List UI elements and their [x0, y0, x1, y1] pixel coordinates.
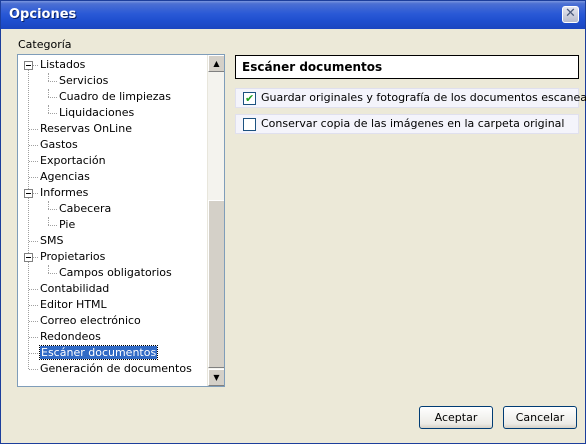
close-button[interactable]: ✕ [562, 6, 579, 23]
tree-item[interactable]: Escáner documentos [38, 345, 159, 360]
tree-item[interactable]: Cabecera [59, 201, 111, 216]
tree-item-label: Generación de documentos [40, 362, 192, 375]
collapse-icon[interactable] [24, 61, 33, 70]
tree-connector [29, 161, 38, 162]
window-title: Opciones [9, 7, 77, 22]
tree-item[interactable]: Gastos [40, 137, 78, 152]
tree-item[interactable]: SMS [40, 233, 63, 248]
tree-item-label: Informes [40, 186, 89, 199]
tree-item[interactable]: Editor HTML [40, 297, 107, 312]
keep-copy-checkbox[interactable] [243, 118, 256, 131]
tree-connector [29, 321, 38, 322]
tree-item-label: Cuadro de limpiezas [59, 90, 172, 103]
tree-item-label: Correo electrónico [40, 314, 141, 327]
tree-connector [48, 273, 57, 274]
scroll-down-button[interactable]: ▼ [208, 369, 224, 386]
close-icon: ✕ [565, 6, 576, 21]
tree-item[interactable]: Propietarios [40, 249, 105, 264]
scroll-thumb[interactable] [208, 200, 224, 368]
tree-item-label: SMS [40, 234, 64, 247]
option-save-originals[interactable]: ✔ Guardar originales y fotografía de los… [235, 88, 586, 108]
save-originals-label: Guardar originales y fotografía de los d… [261, 91, 586, 104]
tree-connector [29, 369, 38, 370]
tree-item[interactable]: Liquidaciones [59, 105, 134, 120]
scroll-up-button[interactable]: ▲ [208, 55, 224, 72]
arrow-down-icon: ▼ [213, 373, 220, 382]
cancel-button-label: Cancelar [515, 411, 565, 424]
tree-item[interactable]: Contabilidad [40, 281, 109, 296]
tree-item[interactable]: Campos obligatorios [59, 265, 172, 280]
tree-item[interactable]: Exportación [40, 153, 106, 168]
keep-copy-label: Conservar copia de las imágenes en la ca… [261, 117, 565, 130]
options-dialog: Opciones ✕ Categoría ▲ ▼ Listados Servici… [0, 0, 586, 444]
tree-connector [29, 305, 38, 306]
cancel-button[interactable]: Cancelar [503, 406, 577, 429]
tree-child-line [48, 105, 49, 113]
tree-connector [48, 97, 57, 98]
save-originals-checkbox[interactable]: ✔ [243, 92, 256, 105]
tree-child-line [48, 265, 49, 273]
tree-item-label: Agencias [40, 170, 90, 183]
collapse-icon[interactable] [24, 253, 33, 262]
accept-button-label: Aceptar [434, 411, 478, 424]
tree-item-label: Reservas OnLine [40, 122, 132, 135]
tree-item-label: Cabecera [59, 202, 112, 215]
tree-connector [29, 177, 38, 178]
tree-item-label: Propietarios [40, 250, 106, 263]
tree-item[interactable]: Agencias [40, 169, 90, 184]
option-keep-copy[interactable]: Conservar copia de las imágenes en la ca… [235, 114, 579, 134]
accept-button[interactable]: Aceptar [419, 406, 493, 429]
tree-connector [48, 81, 57, 82]
tree-item-label: Pie [59, 218, 76, 231]
tree-connector [48, 113, 57, 114]
tree-connector [29, 129, 38, 130]
tree-item-label: Campos obligatorios [59, 266, 172, 279]
tree-item-label: Redondeos [40, 330, 101, 343]
category-tree[interactable]: ▲ ▼ Listados Servicios Cuadro de limpiezas… [17, 54, 225, 387]
tree-item[interactable]: Reservas OnLine [40, 121, 132, 136]
arrow-up-icon: ▲ [213, 59, 220, 68]
tree-child-line [48, 89, 49, 97]
tree-item[interactable]: Correo electrónico [40, 313, 141, 328]
tree-connector [29, 289, 38, 290]
tree-item[interactable]: Pie [59, 217, 75, 232]
tree-item-label: Escáner documentos [38, 345, 159, 360]
tree-item-label: Gastos [40, 138, 78, 151]
tree-item[interactable]: Generación de documentos [40, 361, 192, 376]
tree-connector [29, 337, 38, 338]
tree-item-label: Servicios [59, 74, 109, 87]
tree-root-line [28, 65, 29, 369]
tree-scrollbar[interactable]: ▲ ▼ [207, 55, 224, 386]
tree-item-label: Liquidaciones [59, 106, 135, 119]
title-bar[interactable]: Opciones ✕ [1, 1, 585, 29]
collapse-icon[interactable] [24, 189, 33, 198]
tree-connector [29, 353, 38, 354]
tree-item[interactable]: Cuadro de limpiezas [59, 89, 171, 104]
tree-child-line [48, 73, 49, 81]
tree-item[interactable]: Redondeos [40, 329, 101, 344]
tree-item-label: Listados [40, 58, 86, 71]
tree-item[interactable]: Listados [40, 57, 85, 72]
tree-connector [29, 145, 38, 146]
tree-item[interactable]: Servicios [59, 73, 108, 88]
tree-connector [48, 225, 57, 226]
tree-child-line [48, 201, 49, 209]
section-title: Escáner documentos [235, 55, 579, 79]
tree-child-line [48, 217, 49, 225]
tree-item-label: Editor HTML [40, 298, 107, 311]
tree-item-label: Contabilidad [40, 282, 110, 295]
tree-item-label: Exportación [40, 154, 106, 167]
tree-connector [48, 209, 57, 210]
tree-item[interactable]: Informes [40, 185, 88, 200]
category-label: Categoría [18, 38, 72, 51]
tree-connector [29, 241, 38, 242]
checkmark-icon: ✔ [245, 92, 255, 105]
